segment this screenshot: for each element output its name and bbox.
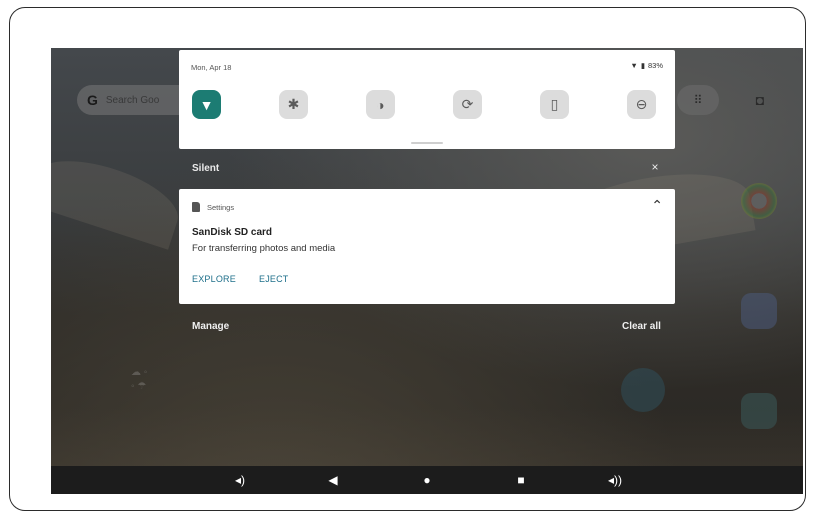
manage-button[interactable]: Manage (192, 321, 229, 332)
battery-icon: ▮ (640, 61, 645, 70)
navigation-bar: ◂) ◀ ● ■ ◂)) (51, 466, 803, 494)
rotate-icon: ⟳ (461, 96, 474, 112)
expand-handle[interactable] (411, 142, 443, 144)
sd-card-icon (192, 202, 200, 212)
gallery-app-icon[interactable] (741, 293, 777, 329)
quick-settings-panel: Mon, Apr 18 ▼ ▮ 83% ▼ ✱ ◑ ⟳ ▯ ⊖ (179, 50, 675, 149)
do-not-disturb-tile[interactable]: ⊖ (627, 90, 656, 119)
notification-app-name: Settings (207, 203, 235, 212)
date-label: Mon, Apr 18 (191, 63, 232, 72)
tablet-frame: G Search Goo ⠿ ◘ ☁ ◦ ◦ ☂ Mon, Apr 18 ▼ ▮ … (9, 7, 806, 511)
chevron-up-icon[interactable]: ⌃ (651, 197, 663, 214)
recents-icon[interactable]: ■ (511, 470, 531, 490)
explore-button[interactable]: EXPLORE (192, 274, 236, 284)
bluetooth-icon: ✱ (287, 96, 300, 112)
wifi-icon: ▼ (199, 96, 214, 113)
google-icon: G (87, 92, 98, 108)
silent-section-label: Silent (192, 163, 220, 174)
home-icon[interactable]: ● (417, 470, 437, 490)
battery-percent: 83% (647, 61, 663, 70)
calendar-app-icon[interactable] (741, 393, 777, 429)
contrast-icon: ◑ (376, 96, 385, 113)
clear-all-button[interactable]: Clear all (622, 321, 661, 332)
do-not-disturb-icon: ⊖ (635, 96, 648, 112)
wallpaper-umbrella (51, 146, 187, 250)
notification-body: For transferring photos and media (192, 243, 336, 254)
battery-saver-icon: ▯ (550, 96, 559, 112)
battery-saver-tile[interactable]: ▯ (540, 90, 569, 119)
wifi-icon: ▼ (630, 61, 638, 70)
close-icon[interactable]: × (649, 160, 661, 174)
volume-up-icon[interactable]: ◂)) (605, 470, 625, 490)
auto-rotate-tile[interactable]: ⟳ (453, 90, 482, 119)
back-icon[interactable]: ◀ (323, 470, 343, 490)
notification-card[interactable]: Settings ⌃ SanDisk SD card For transferr… (179, 189, 675, 304)
camera-icon[interactable]: ◘ (748, 92, 772, 110)
weather-widget[interactable]: ☁ ◦ ◦ ☂ (131, 366, 171, 426)
bluetooth-tile[interactable]: ✱ (279, 90, 308, 119)
volume-down-icon[interactable]: ◂) (230, 470, 250, 490)
notification-title: SanDisk SD card (192, 227, 273, 238)
play-store-app-icon[interactable] (621, 368, 665, 412)
wifi-tile[interactable]: ▼ (192, 90, 221, 119)
status-icons: ▼ ▮ 83% (630, 61, 663, 70)
apps-grid-icon[interactable]: ⠿ (677, 85, 719, 115)
device-screen: G Search Goo ⠿ ◘ ☁ ◦ ◦ ☂ Mon, Apr 18 ▼ ▮ … (51, 48, 803, 494)
eject-button[interactable]: EJECT (259, 274, 289, 284)
search-hint: Search Goo (105, 94, 160, 106)
dark-theme-tile[interactable]: ◑ (366, 90, 395, 119)
chrome-app-icon[interactable] (741, 183, 777, 219)
